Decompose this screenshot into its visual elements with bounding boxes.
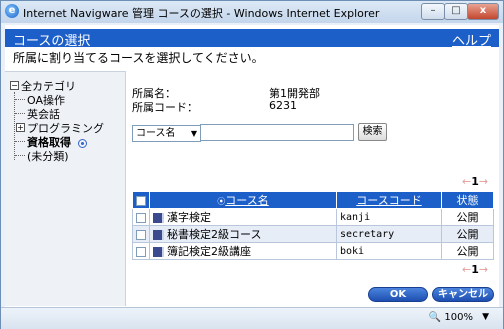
course-name-cell: 漢字検定: [149, 208, 337, 226]
row-checkbox[interactable]: [136, 229, 146, 240]
page-title: コースの選択: [13, 34, 91, 49]
close-button[interactable]: x: [467, 3, 499, 20]
sidebar-item-eikaiwa[interactable]: 英会話: [9, 106, 104, 121]
minimize-button[interactable]: –: [421, 3, 445, 20]
pager-top: ←1→: [462, 175, 488, 188]
main-panel: 所属名： 第1開発部 所属コード： 6231 コース名 ▼ 検索 ←1→ ⦿コー…: [132, 71, 496, 305]
table-row[interactable]: 漢字検定 kanji 公開: [132, 208, 494, 226]
prev-page-icon[interactable]: ←: [462, 175, 471, 188]
row-select-cell: [132, 242, 150, 260]
tree-branch-line: [15, 99, 25, 100]
table-header-row: ⦿コース名 コースコード 状態: [132, 191, 494, 209]
select-all-checkbox[interactable]: [136, 195, 146, 206]
dropdown-arrow-icon: ▼: [190, 129, 197, 138]
sidebar-item-label: (未分類): [27, 150, 69, 163]
col-status: 状態: [441, 191, 494, 209]
page-content: コースの選択 ヘルプ 所属に割り当てるコースを選択してください。 − 全カテゴリ…: [5, 25, 499, 307]
cancel-button[interactable]: キャンセル: [432, 287, 494, 302]
sidebar-item-programming[interactable]: + プログラミング: [9, 120, 104, 135]
row-select-cell: [132, 225, 150, 243]
tree-branch-line: [15, 155, 25, 156]
sidebar-item-shikaku[interactable]: 資格取得: [9, 134, 104, 149]
col-course-code[interactable]: コースコード: [336, 191, 442, 209]
help-link[interactable]: ヘルプ: [452, 30, 491, 49]
page-header: コースの選択 ヘルプ: [5, 29, 499, 49]
course-status-cell: 公開: [441, 208, 494, 226]
search-input[interactable]: [200, 124, 354, 141]
search-field-selected: コース名: [136, 128, 176, 139]
table-row[interactable]: 簿記検定2級講座 boki 公開: [132, 242, 494, 260]
dept-code-value: 6231: [269, 99, 297, 112]
sidebar-item-oa[interactable]: OA操作: [9, 92, 104, 107]
course-code-cell: kanji: [336, 208, 442, 226]
course-book-icon: [153, 213, 164, 223]
course-name: 漢字検定: [167, 211, 211, 224]
window-title: Internet Navigware 管理 コースの選択 - Windows I…: [23, 7, 380, 20]
category-tree: − 全カテゴリ OA操作 英会話 + プログラミング 資格取得 (未分類): [9, 78, 104, 163]
course-name: 秘書検定2級コース: [167, 228, 262, 241]
prev-page-icon[interactable]: ←: [462, 263, 471, 276]
page-number: 1: [471, 263, 479, 276]
course-book-icon: [153, 230, 164, 240]
dept-code-label: 所属コード：: [132, 101, 198, 114]
tree-root[interactable]: − 全カテゴリ: [9, 78, 104, 93]
course-name-cell: 秘書検定2級コース: [149, 225, 337, 243]
next-page-icon[interactable]: →: [479, 175, 488, 188]
ok-button[interactable]: OK: [368, 287, 428, 302]
title-bar: e Internet Navigware 管理 コースの選択 - Windows…: [1, 1, 503, 23]
category-sidebar: − 全カテゴリ OA操作 英会話 + プログラミング 資格取得 (未分類): [5, 71, 126, 306]
row-select-cell: [132, 208, 150, 226]
sort-course-code-link[interactable]: コースコード: [356, 194, 421, 207]
search-button[interactable]: 検索: [358, 123, 387, 141]
browser-window: e Internet Navigware 管理 コースの選択 - Windows…: [0, 0, 504, 329]
row-checkbox[interactable]: [136, 212, 146, 223]
course-table: ⦿コース名 コースコード 状態 漢字検定 kanji 公開 秘書検定2級コース …: [132, 191, 494, 260]
tree-branch-line: [15, 141, 25, 142]
next-page-icon[interactable]: →: [479, 263, 488, 276]
select-all-header: [132, 191, 150, 209]
instruction-text: 所属に割り当てるコースを選択してください。: [13, 51, 264, 65]
expand-icon[interactable]: +: [16, 123, 25, 132]
course-code-cell: secretary: [336, 225, 442, 243]
zoom-level[interactable]: 🔍 100%: [429, 312, 473, 323]
table-row[interactable]: 秘書検定2級コース secretary 公開: [132, 225, 494, 243]
course-code-cell: boki: [336, 242, 442, 260]
selected-indicator-icon: [77, 138, 87, 148]
maximize-button[interactable]: □: [444, 3, 468, 20]
page-number: 1: [471, 175, 479, 188]
course-name: 簿記検定2級講座: [167, 245, 251, 258]
course-status-cell: 公開: [441, 225, 494, 243]
col-course-name[interactable]: ⦿コース名: [149, 191, 337, 209]
collapse-icon[interactable]: −: [10, 81, 19, 90]
sidebar-item-uncategorized[interactable]: (未分類): [9, 148, 104, 163]
sort-course-name-link[interactable]: コース名: [225, 194, 268, 207]
zoom-value: 100%: [444, 312, 473, 323]
row-checkbox[interactable]: [136, 246, 146, 257]
course-book-icon: [153, 247, 164, 257]
search-field-select[interactable]: コース名 ▼: [132, 125, 201, 142]
zoom-dropdown-icon[interactable]: ▼: [482, 312, 489, 322]
course-status-cell: 公開: [441, 242, 494, 260]
course-name-cell: 簿記検定2級講座: [149, 242, 337, 260]
tree-branch-line: [15, 113, 25, 114]
zoom-icon: 🔍: [428, 312, 442, 323]
pager-bottom: ←1→: [462, 263, 488, 276]
status-bar: 🔍 100% ▼: [1, 307, 503, 329]
ie-icon: e: [5, 4, 19, 18]
